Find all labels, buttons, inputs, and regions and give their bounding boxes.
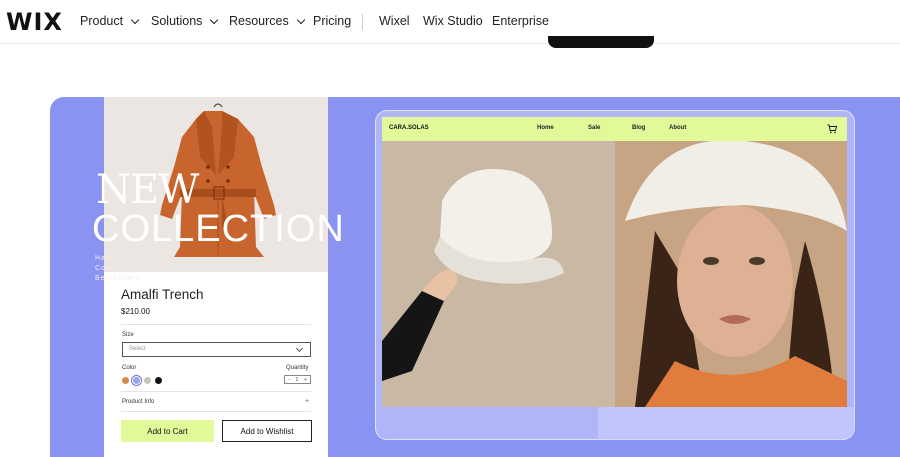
nav-resources[interactable]: Resources: [229, 14, 305, 28]
quantity-label: Quantity: [286, 365, 309, 371]
nav-wix-studio[interactable]: Wix Studio: [423, 14, 483, 28]
color-swatch-black[interactable]: [155, 377, 162, 384]
cart-icon[interactable]: [827, 124, 837, 134]
nav-resources-label: Resources: [229, 14, 289, 28]
divider: [121, 324, 311, 325]
website-preview: CARA.SOLAS Home Sale Blog About: [382, 117, 847, 407]
product-info-toggle[interactable]: Product Info: [122, 399, 154, 405]
nav-solutions-label: Solutions: [151, 14, 203, 28]
nav-pricing-label: Pricing: [313, 14, 352, 28]
nav-product[interactable]: Product: [80, 14, 140, 28]
divider: [121, 391, 311, 392]
site-nav-sale[interactable]: Sale: [588, 125, 600, 131]
size-select-placeholder: Select: [129, 346, 146, 352]
hero-left-image: [382, 141, 615, 407]
site-header: CARA.SOLAS Home Sale Blog About: [382, 117, 847, 141]
headline-collection: COLLECTION: [92, 208, 345, 250]
nav-divider: [362, 14, 363, 30]
plus-icon[interactable]: +: [305, 398, 309, 405]
chevron-down-icon: [210, 15, 219, 24]
product-name: Amalfi Trench: [121, 287, 204, 302]
site-nav-home[interactable]: Home: [537, 125, 554, 131]
nav-enterprise-label: Enterprise: [492, 14, 549, 28]
category-coats[interactable]: Coats: [95, 264, 140, 274]
quantity-stepper[interactable]: - 1 +: [284, 375, 311, 384]
size-label: Size: [122, 332, 134, 338]
color-swatch-blue[interactable]: [133, 377, 140, 384]
nav-solutions[interactable]: Solutions: [151, 14, 219, 28]
nav-wixel-label: Wixel: [379, 14, 410, 28]
nav-wix-studio-label: Wix Studio: [423, 14, 483, 28]
add-to-wishlist-button[interactable]: Add to Wishlist: [222, 420, 312, 442]
site-nav-blog[interactable]: Blog: [632, 125, 645, 131]
nav-pricing[interactable]: Pricing: [313, 14, 351, 28]
category-bestsellers[interactable]: Bestsellers: [95, 274, 140, 284]
category-hats[interactable]: Hats: [95, 254, 140, 264]
add-to-cart-button[interactable]: Add to Cart: [121, 420, 214, 442]
model-portrait-image: [615, 141, 847, 407]
chevron-down-icon: [295, 344, 304, 353]
quantity-increment[interactable]: +: [304, 377, 307, 383]
wix-logo[interactable]: WIX: [6, 8, 63, 36]
color-swatch-orange[interactable]: [122, 377, 129, 384]
headline-new: NEW: [96, 167, 199, 213]
size-select[interactable]: Select: [122, 342, 311, 357]
website-preview-frame-tab: [598, 407, 855, 440]
quantity-value: 1: [295, 376, 299, 383]
nav-enterprise[interactable]: Enterprise: [492, 14, 549, 28]
top-navigation: WIX Product Solutions Resources Pricing …: [0, 0, 900, 48]
nav-product-label: Product: [80, 14, 124, 28]
hero-right-image: [615, 141, 847, 407]
cta-button-edge[interactable]: [548, 36, 654, 48]
category-list: Hats Coats Bestsellers: [95, 254, 140, 284]
shop-now-link[interactable]: Shop Now: [256, 273, 295, 282]
site-nav-about[interactable]: About: [669, 125, 686, 131]
chevron-down-icon: [296, 15, 305, 24]
hand-holding-hat-image: [382, 169, 564, 381]
product-price: $210.00: [121, 307, 150, 316]
color-label: Color: [122, 365, 137, 371]
quantity-decrement[interactable]: -: [288, 377, 290, 383]
site-brand[interactable]: CARA.SOLAS: [389, 125, 429, 131]
chevron-down-icon: [130, 15, 140, 24]
nav-wixel[interactable]: Wixel: [379, 14, 410, 28]
color-swatch-beige[interactable]: [144, 377, 151, 384]
divider: [121, 411, 311, 412]
